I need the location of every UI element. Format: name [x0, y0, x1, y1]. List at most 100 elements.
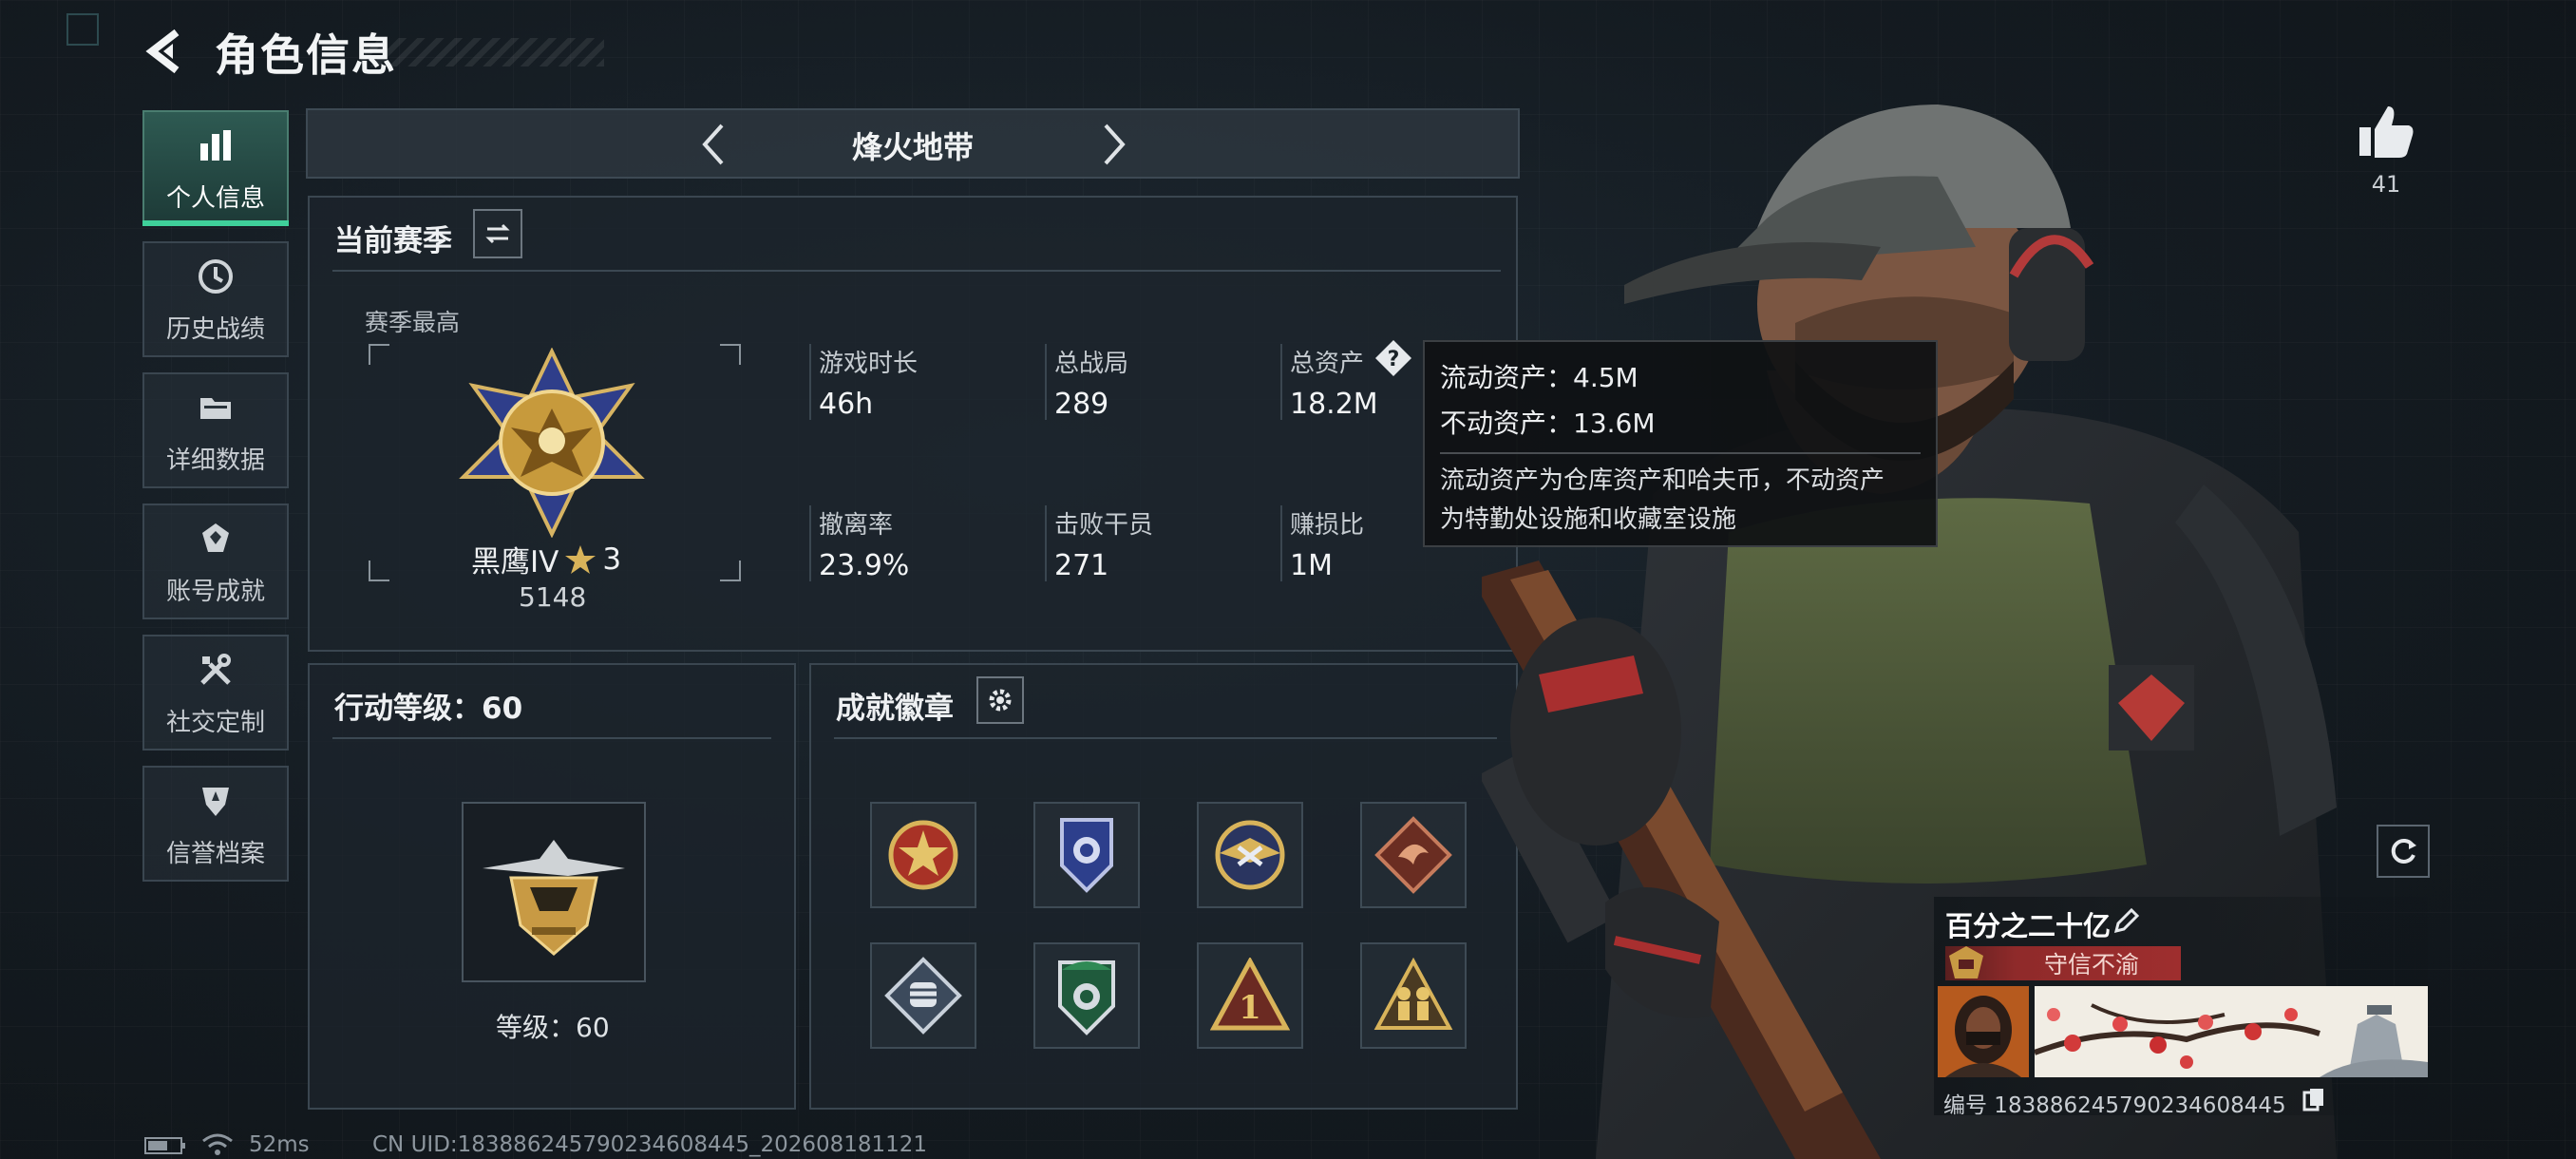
stat-value: 23.9%: [819, 549, 910, 582]
season-best-label: 赛季最高: [365, 309, 461, 336]
stat-divider: [809, 505, 811, 581]
tooltip-liquid-assets: 流动资产：4.5M: [1440, 362, 1638, 393]
frame-corner: [720, 560, 741, 581]
stat-divider: [1045, 344, 1047, 420]
player-banner: [2035, 986, 2428, 1077]
nav-label: 社交定制: [165, 708, 265, 737]
stat-label: 游戏时长: [819, 350, 919, 378]
star-badge-icon: [888, 820, 958, 890]
back-arrow-icon: [145, 28, 180, 74]
star-icon: [565, 544, 597, 574]
wifi-icon: [201, 1132, 234, 1157]
nav-item-personal-info[interactable]: 个人信息: [142, 110, 289, 226]
stat-label: 击败干员: [1054, 511, 1154, 540]
bar-chart-icon: [194, 124, 237, 167]
uid-text: CN UID:183886245790234608445_20260818112…: [372, 1132, 928, 1157]
tools-icon: [194, 648, 237, 692]
stat-divider: [1280, 344, 1282, 420]
nav-item-detailed-data[interactable]: 详细数据: [142, 372, 289, 488]
refresh-icon: [2391, 838, 2416, 864]
rank-name: 黑鹰IV: [471, 545, 559, 580]
ping-text: 52ms: [249, 1132, 310, 1157]
badge-slot[interactable]: [1197, 802, 1303, 908]
stat-value: 18.2M: [1290, 388, 1378, 421]
season-switch-button[interactable]: [473, 209, 522, 258]
swap-icon: [485, 223, 510, 244]
badge-slot[interactable]: [1360, 802, 1467, 908]
player-id: 编号 1838862457902346084​45: [1943, 1093, 2286, 1118]
season-divider: [332, 270, 1501, 272]
nav-label: 账号成就: [165, 577, 265, 606]
dragon-badge-icon: [1374, 816, 1452, 894]
title-decoration: [361, 38, 604, 66]
like-count: 41: [2371, 171, 2401, 198]
nav-label: 历史战绩: [165, 314, 265, 344]
stat-value: 1M: [1290, 549, 1333, 582]
badge-slot[interactable]: [1033, 802, 1140, 908]
nav-item-credit-profile[interactable]: 信誉档案: [142, 766, 289, 882]
stat-label: 撤离率: [819, 511, 894, 540]
rank-score: 5148: [519, 581, 587, 613]
assets-tooltip: 流动资产：4.5M 不动资产：13.6M 流动资产为仓库资产和哈夫币，不动资产 …: [1423, 340, 1938, 547]
action-level-divider: [332, 737, 771, 739]
tooltip-fixed-assets: 不动资产：13.6M: [1440, 408, 1656, 439]
tooltip-desc-line1: 流动资产为仓库资产和哈夫币，不动资产: [1440, 466, 1885, 495]
battery-icon: [144, 1136, 186, 1155]
achievement-icon: [194, 517, 237, 560]
nav-label: 个人信息: [165, 183, 265, 213]
stat-value: 271: [1054, 549, 1109, 582]
nav-label: 详细数据: [165, 446, 265, 475]
badge-slot[interactable]: 1: [1197, 942, 1303, 1049]
help-question-icon[interactable]: ?: [1373, 338, 1413, 378]
edit-pencil-icon[interactable]: [2112, 906, 2141, 935]
badge-slot[interactable]: [1033, 942, 1140, 1049]
green-shield-badge-icon: [1058, 960, 1115, 1036]
gear-icon: [989, 689, 1012, 712]
back-button[interactable]: [141, 25, 194, 78]
stat-label: 总战局: [1054, 350, 1129, 378]
svg-text:1: 1: [1239, 989, 1261, 1027]
badge-slot[interactable]: [870, 942, 976, 1049]
shield-icon: [194, 779, 237, 823]
rank-name-row: 黑鹰IV 3: [471, 538, 621, 580]
nav-item-social-custom[interactable]: 社交定制: [142, 635, 289, 750]
stat-divider: [1045, 505, 1047, 581]
frame-corner: [369, 560, 389, 581]
action-level-title: 行动等级：60: [334, 692, 523, 726]
badge-settings-button[interactable]: [976, 676, 1024, 724]
stat-value: 46h: [819, 388, 874, 421]
tooltip-divider: [1440, 452, 1921, 454]
action-level-emblem: [462, 802, 646, 982]
badge-slot[interactable]: [870, 802, 976, 908]
number-one-badge-icon: 1: [1210, 958, 1290, 1031]
nav-item-history[interactable]: 历史战绩: [142, 241, 289, 357]
stat-label: 总资产: [1290, 350, 1365, 378]
stat-divider: [1280, 505, 1282, 581]
frame-corner: [369, 344, 389, 365]
chevron-right-icon: [1104, 124, 1126, 165]
stat-value: 289: [1054, 388, 1109, 421]
mode-selector: 烽火地带: [306, 108, 1520, 179]
folder-icon: [194, 386, 237, 429]
nav-item-achievements[interactable]: 账号成就: [142, 504, 289, 619]
copy-icon[interactable]: [2302, 1087, 2325, 1113]
frame-corner: [720, 344, 741, 365]
trust-emblem-icon: [1945, 944, 1987, 982]
trust-title: 守信不渝: [2043, 951, 2139, 978]
rank-stars: 3: [602, 542, 622, 577]
eagle-badge-icon: [1215, 820, 1285, 890]
player-avatar[interactable]: [1938, 986, 2029, 1077]
player-name: 百分之二十亿: [1945, 910, 2112, 942]
corner-decoration: [66, 13, 99, 46]
badges-title: 成就徽章: [836, 692, 954, 726]
thumbs-up-icon[interactable]: [2356, 101, 2416, 162]
next-mode-button[interactable]: [1087, 118, 1140, 171]
tooltip-desc-line2: 为特勤处设施和收藏室设施: [1440, 505, 1737, 534]
action-level-caption: 等级：60: [496, 1012, 610, 1043]
badge-slot[interactable]: [1360, 942, 1467, 1049]
rank-emblem: [454, 347, 650, 539]
refresh-button[interactable]: [2377, 825, 2430, 878]
badges-divider: [834, 737, 1497, 739]
nav-label: 信誉档案: [165, 839, 265, 868]
mode-title: 烽火地带: [851, 129, 974, 165]
